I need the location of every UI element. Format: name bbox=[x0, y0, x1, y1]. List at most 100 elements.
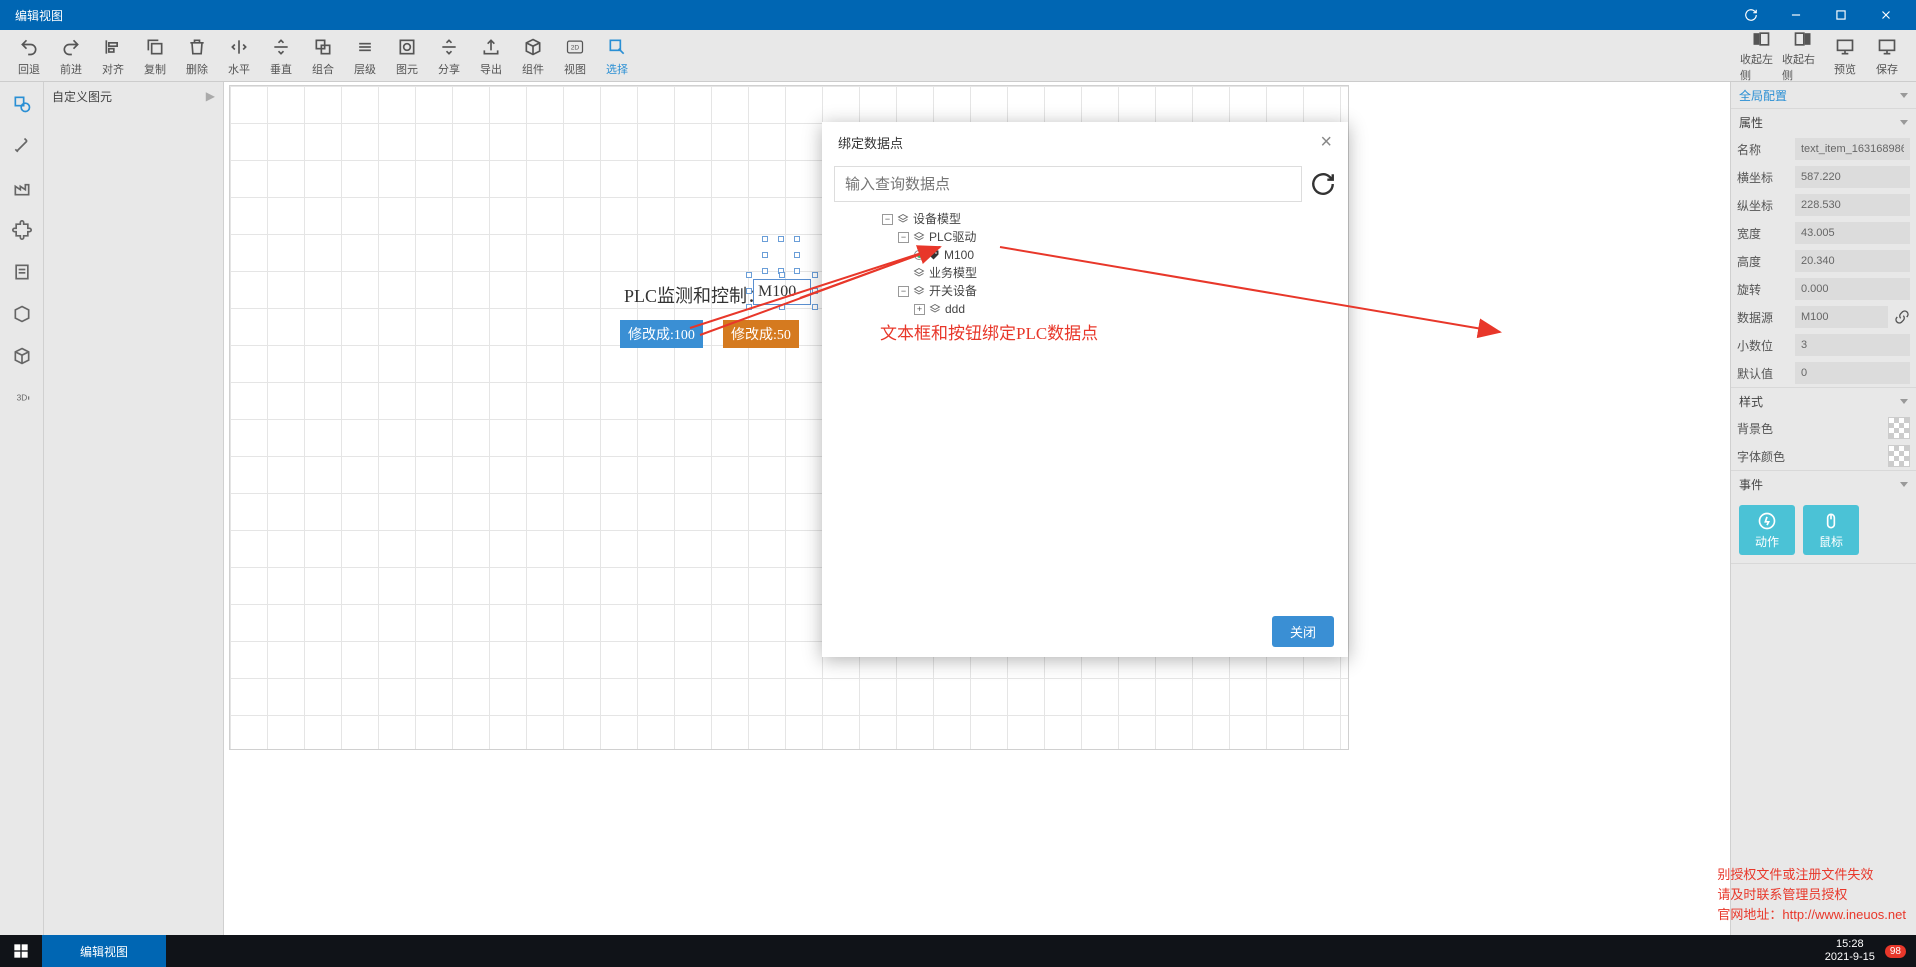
tb-layer[interactable]: 层级 bbox=[344, 30, 386, 82]
left-tools: 3D bbox=[0, 82, 44, 935]
save-icon bbox=[1877, 35, 1897, 59]
link-icon[interactable] bbox=[1894, 309, 1910, 325]
maximize-icon[interactable] bbox=[1818, 0, 1863, 30]
prop-w[interactable] bbox=[1795, 222, 1910, 244]
tb-undo[interactable]: 回退 bbox=[8, 30, 50, 82]
tb-preview[interactable]: 预览 bbox=[1824, 30, 1866, 82]
group-icon bbox=[313, 35, 333, 59]
tb-delete[interactable]: 删除 bbox=[176, 30, 218, 82]
tb-component[interactable]: 组件 bbox=[512, 30, 554, 82]
refresh-icon[interactable] bbox=[1728, 0, 1773, 30]
main-toolbar: 回退 前进 对齐 复制 删除 水平 垂直 组合 层级 图元 分享 导出 组件 2… bbox=[0, 30, 1916, 82]
rp-global[interactable]: 全局配置 bbox=[1731, 82, 1916, 108]
layers-icon bbox=[897, 213, 909, 225]
export-icon bbox=[481, 35, 501, 59]
fg-color-swatch[interactable] bbox=[1888, 445, 1910, 467]
tb-element[interactable]: 图元 bbox=[386, 30, 428, 82]
prop-y[interactable] bbox=[1795, 194, 1910, 216]
right-panel: 全局配置 属性 名称 横坐标 纵坐标 宽度 高度 旋转 数据源 小数位 默认值 … bbox=[1730, 82, 1916, 935]
tb-share[interactable]: 分享 bbox=[428, 30, 470, 82]
svg-text:3D: 3D bbox=[16, 393, 27, 403]
bind-data-dialog: 绑定数据点 × −设备模型 −PLC驱动 M100 业务模型 −开关设备 +dd… bbox=[822, 122, 1348, 657]
taskbar-clock[interactable]: 15:282021-9-15 bbox=[1825, 938, 1875, 964]
rp-event[interactable]: 事件 bbox=[1731, 471, 1916, 497]
prop-h[interactable] bbox=[1795, 250, 1910, 272]
minimize-icon[interactable] bbox=[1773, 0, 1818, 30]
prop-def[interactable] bbox=[1795, 362, 1910, 384]
expand-icon[interactable]: + bbox=[914, 304, 925, 315]
share-icon bbox=[439, 35, 459, 59]
radio-selected-icon bbox=[914, 250, 924, 260]
license-warning: 别授权文件或注册文件失效 请及时联系管理员授权 官网地址：http://www.… bbox=[1717, 865, 1906, 925]
tree-node-m100[interactable]: M100 bbox=[914, 246, 1336, 264]
left-panel-header[interactable]: 自定义图元 ▶ bbox=[44, 82, 223, 110]
redo-icon bbox=[61, 35, 81, 59]
tree-node-biz[interactable]: 业务模型 bbox=[898, 264, 1336, 282]
taskbar-app[interactable]: 编辑视图 bbox=[42, 935, 166, 967]
tb-save[interactable]: 保存 bbox=[1866, 30, 1908, 82]
layers-icon bbox=[913, 285, 925, 297]
tb-collapse-right[interactable]: 收起右侧 bbox=[1782, 30, 1824, 82]
prop-x[interactable] bbox=[1795, 166, 1910, 188]
rp-style[interactable]: 样式 bbox=[1731, 388, 1916, 414]
tree-node-root[interactable]: −设备模型 bbox=[882, 210, 1336, 228]
notification-badge[interactable]: 98 bbox=[1885, 945, 1906, 958]
caret-down-icon bbox=[1900, 399, 1908, 404]
caret-down-icon bbox=[1900, 120, 1908, 125]
tb-align[interactable]: 对齐 bbox=[92, 30, 134, 82]
start-button[interactable] bbox=[0, 935, 42, 967]
lt-puzzle[interactable] bbox=[8, 216, 36, 244]
prop-rot[interactable] bbox=[1795, 278, 1910, 300]
layers-icon bbox=[913, 267, 925, 279]
canvas-button-50[interactable]: 修改成:50 bbox=[723, 320, 799, 348]
lt-industry[interactable] bbox=[8, 174, 36, 202]
tb-horiz[interactable]: 水平 bbox=[218, 30, 260, 82]
tree-node-ddd[interactable]: +ddd bbox=[914, 300, 1336, 318]
tb-view[interactable]: 2D视图 bbox=[554, 30, 596, 82]
data-tree: −设备模型 −PLC驱动 M100 业务模型 −开关设备 +ddd bbox=[834, 210, 1336, 318]
refresh-icon[interactable] bbox=[1310, 171, 1336, 197]
layers-icon bbox=[929, 303, 941, 315]
event-mouse-button[interactable]: 鼠标 bbox=[1803, 505, 1859, 555]
2d-icon: 2D bbox=[565, 35, 585, 59]
close-icon[interactable] bbox=[1863, 0, 1908, 30]
tb-copy[interactable]: 复制 bbox=[134, 30, 176, 82]
tb-vert[interactable]: 垂直 bbox=[260, 30, 302, 82]
dialog-close-button[interactable]: 关闭 bbox=[1272, 616, 1334, 647]
lt-cube3d[interactable] bbox=[8, 342, 36, 370]
prop-name[interactable] bbox=[1795, 138, 1910, 160]
caret-down-icon bbox=[1900, 482, 1908, 487]
dialog-close-icon[interactable]: × bbox=[1320, 132, 1332, 152]
collapse-icon[interactable]: − bbox=[898, 232, 909, 243]
lt-box[interactable] bbox=[8, 300, 36, 328]
lt-3d[interactable]: 3D bbox=[8, 384, 36, 412]
prop-src[interactable] bbox=[1795, 306, 1888, 328]
event-action-button[interactable]: 动作 bbox=[1739, 505, 1795, 555]
canvas-button-100[interactable]: 修改成:100 bbox=[620, 320, 703, 348]
lt-doc[interactable] bbox=[8, 258, 36, 286]
rp-attr[interactable]: 属性 bbox=[1731, 109, 1916, 135]
collapse-icon[interactable]: − bbox=[882, 214, 893, 225]
left-panel: 自定义图元 ▶ bbox=[44, 82, 224, 935]
search-input[interactable] bbox=[834, 166, 1302, 202]
svg-text:2D: 2D bbox=[571, 44, 580, 51]
prop-dec[interactable] bbox=[1795, 334, 1910, 356]
horizontal-icon bbox=[229, 35, 249, 59]
monitor-icon bbox=[1835, 35, 1855, 59]
tb-group[interactable]: 组合 bbox=[302, 30, 344, 82]
tb-collapse-left[interactable]: 收起左侧 bbox=[1740, 30, 1782, 82]
lt-magic[interactable] bbox=[8, 132, 36, 160]
license-link[interactable]: http://www.ineuos.net bbox=[1782, 907, 1906, 922]
tree-node-plc[interactable]: −PLC驱动 bbox=[898, 228, 1336, 246]
window-titlebar: 编辑视图 bbox=[0, 0, 1916, 30]
tree-node-switch[interactable]: −开关设备 bbox=[898, 282, 1336, 300]
tb-select[interactable]: 选择 bbox=[596, 30, 638, 82]
bg-color-swatch[interactable] bbox=[1888, 417, 1910, 439]
lt-shape[interactable] bbox=[8, 90, 36, 118]
chevron-right-icon: ▶ bbox=[206, 89, 215, 103]
tb-export[interactable]: 导出 bbox=[470, 30, 512, 82]
collapse-icon[interactable]: − bbox=[898, 286, 909, 297]
tb-redo[interactable]: 前进 bbox=[50, 30, 92, 82]
plc-textbox[interactable]: M100 bbox=[753, 279, 811, 305]
vertical-icon bbox=[271, 35, 291, 59]
